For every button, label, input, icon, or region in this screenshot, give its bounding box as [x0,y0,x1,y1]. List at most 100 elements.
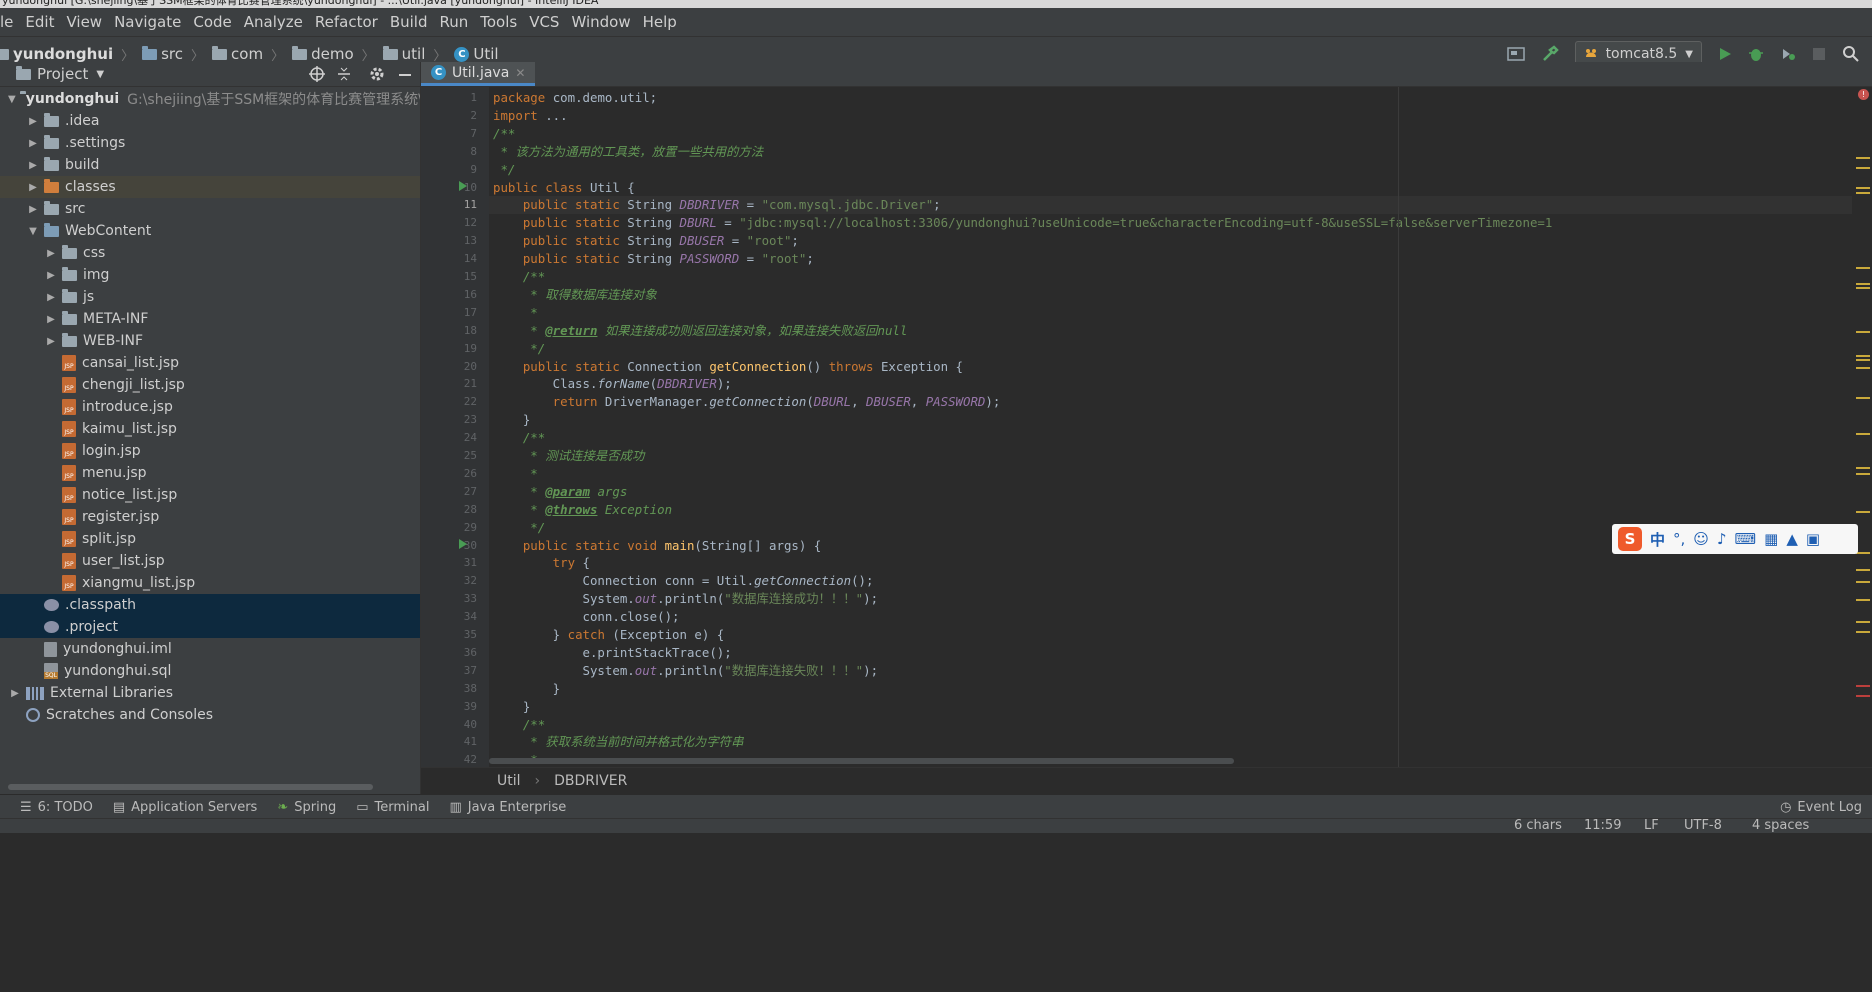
code-line[interactable]: public static String DBDRIVER = "com.mys… [493,196,941,214]
warning-marker[interactable] [1856,283,1870,285]
warning-marker[interactable] [1856,581,1870,583]
code-line[interactable]: * @param args [493,483,627,501]
code-line[interactable]: * [493,304,537,322]
tree-item[interactable]: JSP kaimu_list.jsp [0,418,420,440]
tree-item[interactable]: ▶ classes [0,176,420,198]
event-log-button[interactable]: ◷ Event Log [1770,800,1872,815]
error-indicator-icon[interactable]: ! [1858,89,1869,100]
warning-marker[interactable] [1856,599,1870,601]
collapsed-arrow-icon[interactable]: ▶ [26,138,40,149]
expanded-arrow-icon[interactable]: ▼ [26,226,40,237]
grid-menu-icon[interactable]: ▣ [1806,530,1820,548]
menu-item[interactable]: Help [637,13,683,31]
menu-item[interactable]: Run [433,13,474,31]
code-line[interactable]: * 取得数据库连接对象 [493,286,656,304]
tree-item[interactable]: JSP register.jsp [0,506,420,528]
close-icon[interactable]: ✕ [515,66,525,80]
menu-item[interactable]: Navigate [108,13,187,31]
view-selector-chevron-icon[interactable]: ▼ [96,69,104,80]
stop-icon[interactable] [1812,47,1826,61]
code-line[interactable]: System.out.println("数据库连接失败！！！"); [493,662,879,680]
code-line[interactable]: conn.close(); [493,608,680,626]
project-horizontal-scrollbar[interactable] [8,784,373,790]
tree-item[interactable]: Scratches and Consoles [0,704,420,726]
warning-marker[interactable] [1856,187,1870,189]
skin-shirt-icon[interactable]: ▲ [1786,530,1798,548]
menu-item[interactable]: le [0,13,19,31]
gutter-run-icon[interactable] [459,538,467,549]
collapsed-arrow-icon[interactable]: ▶ [26,204,40,215]
emoji-icon[interactable]: ☺ [1693,530,1709,548]
code-line[interactable]: System.out.println("数据库连接成功！！！"); [493,590,879,608]
code-line[interactable]: public static String DBUSER = "root"; [493,232,799,250]
code-line[interactable]: /** [493,429,545,447]
warning-marker[interactable] [1856,192,1870,194]
code-line[interactable]: public static void main(String[] args) { [493,537,821,555]
code-line[interactable]: /** [493,268,545,286]
tree-item[interactable]: JSP user_list.jsp [0,550,420,572]
tree-item[interactable]: JSP xiangmu_list.jsp [0,572,420,594]
keyboard-icon[interactable]: ⌨ [1735,530,1757,548]
tree-item[interactable]: JSP menu.jsp [0,462,420,484]
warning-marker[interactable] [1856,552,1870,554]
tree-item[interactable]: ▶ WEB-INF [0,330,420,352]
run-with-coverage-icon[interactable] [1780,46,1796,62]
warning-marker[interactable] [1856,467,1870,469]
tree-item[interactable]: ▶ .settings [0,132,420,154]
line-separator[interactable]: LF [1644,818,1659,833]
spring-tool-button[interactable]: ❧ Spring [267,800,346,815]
breadcrumb-class[interactable]: Util [473,45,498,63]
tree-item[interactable]: JSP notice_list.jsp [0,484,420,506]
ime-punct-label[interactable]: °, [1673,530,1685,548]
ime-toolbar[interactable]: S 中 °, ☺ ♪ ⌨ ▦ ▲ ▣ [1612,524,1858,554]
locate-file-icon[interactable] [309,66,325,82]
code-line[interactable]: public static String PASSWORD = "root"; [493,250,814,268]
tree-item[interactable]: JSP cansai_list.jsp [0,352,420,374]
code-line[interactable]: * [493,465,537,483]
code-line[interactable]: e.printStackTrace(); [493,644,732,662]
warning-marker[interactable] [1856,331,1870,333]
collapsed-arrow-icon[interactable]: ▶ [44,314,58,325]
code-line[interactable]: */ [493,161,515,179]
tree-item[interactable]: .project [0,616,420,638]
tree-item[interactable]: ▼ WebContent [0,220,420,242]
caret-position[interactable]: 11:59 [1584,818,1621,833]
project-panel-title[interactable]: Project [37,65,88,83]
code-line[interactable]: public static Connection getConnection()… [493,358,963,376]
code-line[interactable]: Connection conn = Util.getConnection(); [493,572,874,590]
code-line[interactable]: } [493,698,530,716]
tree-item[interactable]: yundonghui.iml [0,638,420,660]
terminal-tool-button[interactable]: ▭ Terminal [346,800,439,815]
warning-marker[interactable] [1856,397,1870,399]
build-hammer-icon[interactable] [1541,45,1559,63]
tree-item[interactable]: yundonghui.sql [0,660,420,682]
run-icon[interactable] [1718,46,1732,62]
code-line[interactable]: return DriverManager.getConnection(DBURL… [493,393,1001,411]
toolbox-icon[interactable]: ▦ [1764,530,1778,548]
code-line[interactable]: try { [493,554,590,572]
code-line[interactable]: * 获取系统当前时间并格式化为字符串 [493,733,743,751]
warning-marker[interactable] [1856,359,1870,361]
expanded-arrow-icon[interactable]: ▼ [8,94,16,105]
breadcrumb-util[interactable]: util [402,45,426,63]
code-line[interactable]: } [493,680,560,698]
microphone-icon[interactable]: ♪ [1717,530,1727,548]
editor-horizontal-scrollbar[interactable] [489,758,1234,764]
structure-crumb-field[interactable]: DBDRIVER [554,773,627,789]
breadcrumb-project[interactable]: yundonghui [13,45,113,63]
tree-item[interactable]: ▶ img [0,264,420,286]
menu-item[interactable]: Tools [474,13,523,31]
warning-marker[interactable] [1856,433,1870,435]
menu-item[interactable]: Window [565,13,636,31]
file-encoding[interactable]: UTF-8 [1684,818,1722,833]
menu-item[interactable]: Code [187,13,237,31]
code-line[interactable]: */ [493,340,545,358]
gutter-run-icon[interactable] [459,180,467,191]
collapsed-arrow-icon[interactable]: ▶ [44,248,58,259]
breadcrumb-src[interactable]: src [161,45,183,63]
tree-item[interactable]: ▶ .idea [0,110,420,132]
collapsed-arrow-icon[interactable]: ▶ [44,336,58,347]
tree-item[interactable]: ▶ build [0,154,420,176]
collapsed-arrow-icon[interactable]: ▶ [26,116,40,127]
code-line[interactable]: * @return 如果连接成功则返回连接对象，如果连接失败返回null [493,322,907,340]
